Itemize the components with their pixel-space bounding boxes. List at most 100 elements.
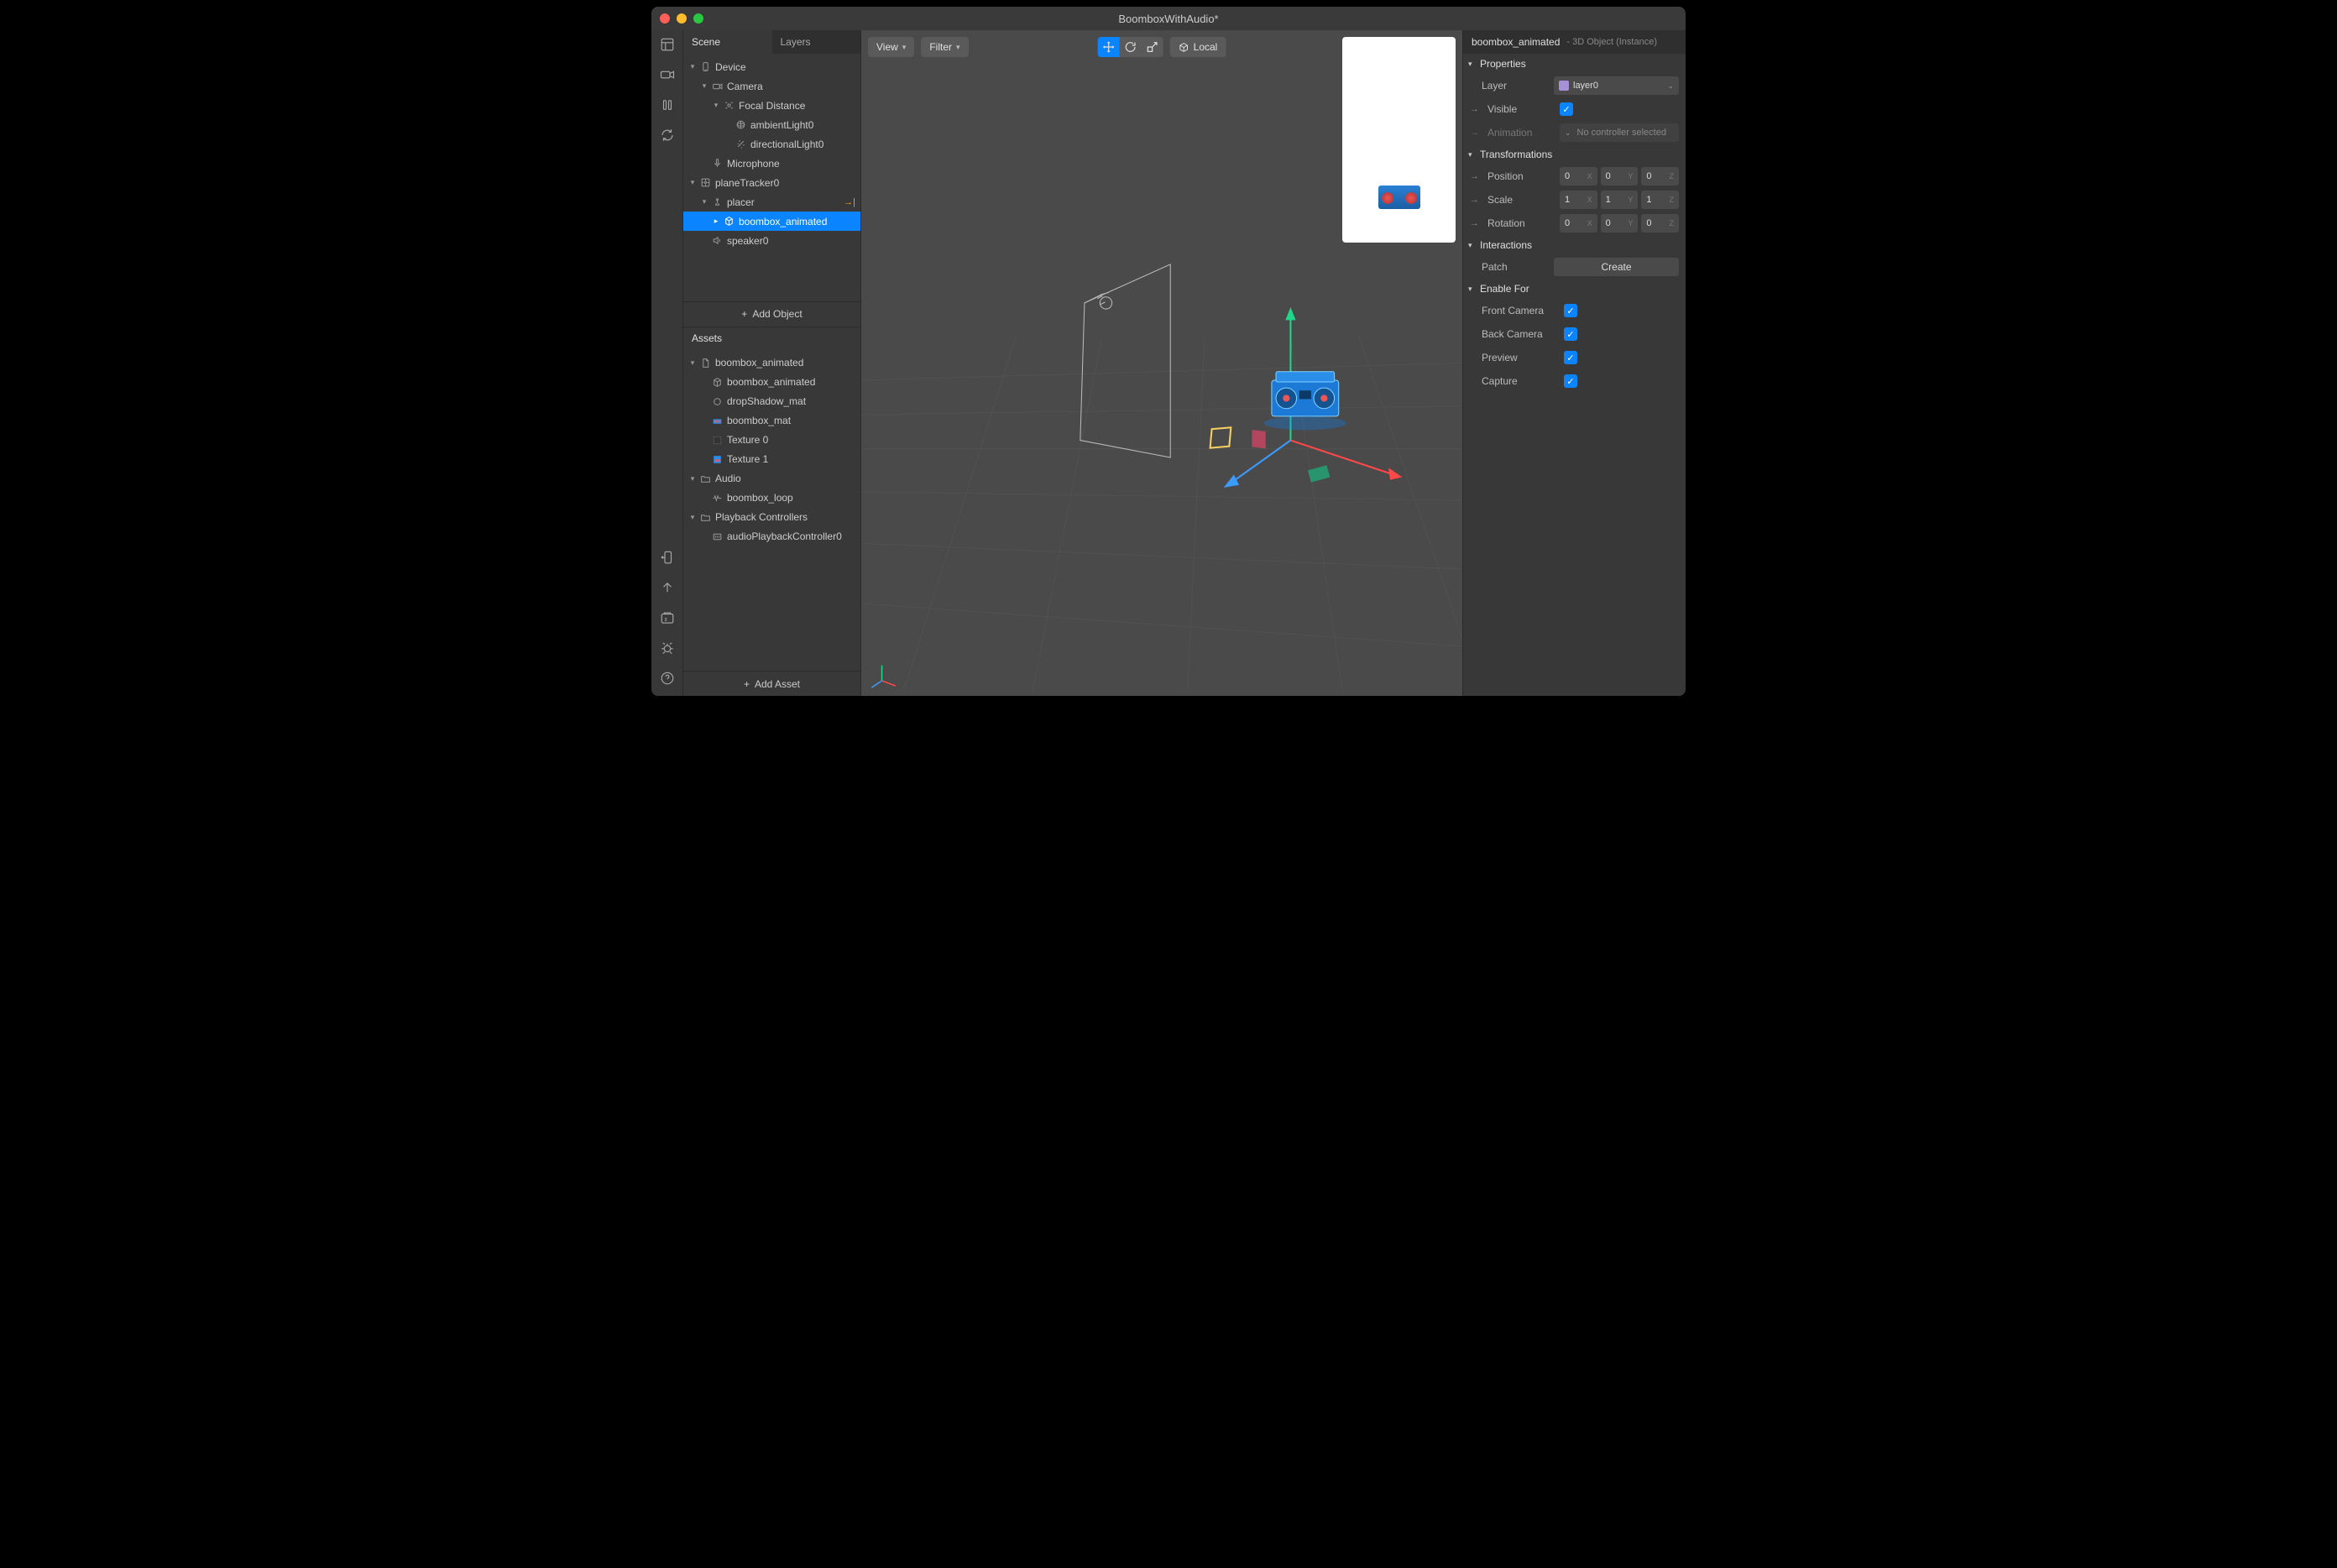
enable-checkbox[interactable]: ✓	[1564, 304, 1577, 317]
enable-row: Preview ✓	[1463, 346, 1686, 369]
tree-item-label: audioPlaybackController0	[727, 531, 855, 542]
link-icon[interactable]: →	[1470, 171, 1479, 181]
rotate-tool-icon[interactable]	[1120, 37, 1142, 57]
section-transformations[interactable]: ▾Transformations	[1463, 144, 1686, 165]
caret-icon[interactable]: ▾	[700, 81, 708, 91]
tree-item-label: speaker0	[727, 235, 855, 247]
tab-scene[interactable]: Scene	[683, 30, 772, 54]
enable-checkbox[interactable]: ✓	[1564, 327, 1577, 341]
tree-row[interactable]: ▸boombox_animated	[683, 212, 860, 231]
refresh-icon[interactable]	[660, 128, 675, 143]
tree-row[interactable]: dropShadow_mat	[683, 392, 860, 411]
tree-row[interactable]: speaker0	[683, 231, 860, 250]
tree-row[interactable]: ▾planeTracker0	[683, 173, 860, 192]
tex2-icon	[710, 452, 724, 466]
tab-layers[interactable]: Layers	[772, 30, 861, 54]
tree-row[interactable]: boombox_mat	[683, 411, 860, 431]
caret-icon[interactable]: ▾	[700, 197, 708, 206]
tree-row[interactable]: ▾Camera	[683, 76, 860, 96]
tree-item-label: Texture 1	[727, 453, 855, 465]
rotation-z-input[interactable]: 0Z	[1641, 214, 1679, 233]
layer-color-swatch	[1559, 81, 1569, 91]
link-icon[interactable]: →	[1470, 218, 1479, 228]
upload-icon[interactable]	[660, 580, 675, 595]
add-object-button[interactable]: + Add Object	[683, 301, 860, 327]
link-icon[interactable]: →	[1470, 195, 1479, 205]
globe-icon	[734, 118, 747, 132]
caret-icon[interactable]: ▸	[712, 217, 720, 226]
caret-icon[interactable]: ▾	[688, 62, 697, 71]
patch-link-icon: →|	[844, 197, 855, 207]
add-asset-button[interactable]: + Add Asset	[683, 671, 860, 696]
tree-item-label: Focal Distance	[739, 100, 855, 112]
create-patch-button[interactable]: Create	[1554, 258, 1679, 276]
rotation-x-input[interactable]: 0X	[1560, 214, 1597, 233]
coordinate-space-button[interactable]: Local	[1170, 37, 1226, 57]
section-interactions[interactable]: ▾Interactions	[1463, 235, 1686, 255]
position-x-input[interactable]: 0X	[1560, 167, 1597, 186]
layout-icon[interactable]	[660, 37, 675, 52]
prop-animation: → Animation ⌄ No controller selected	[1463, 121, 1686, 144]
viewport[interactable]: View▾ Filter▾ Local	[861, 30, 1462, 696]
bug-icon[interactable]	[660, 640, 675, 656]
chevron-down-icon: ▾	[902, 43, 907, 52]
link-icon[interactable]: →	[1470, 104, 1479, 114]
tree-row[interactable]: directionalLight0	[683, 134, 860, 154]
minimize-icon[interactable]	[677, 13, 687, 24]
tree-row[interactable]: ▾Device	[683, 57, 860, 76]
pause-icon[interactable]	[660, 97, 675, 112]
file-icon	[698, 356, 712, 369]
camera-icon	[710, 80, 724, 93]
layer-select[interactable]: layer0 ⌄	[1554, 76, 1679, 95]
enable-label: Preview	[1482, 352, 1557, 363]
tree-row[interactable]: ▾placer→|	[683, 192, 860, 212]
caret-icon[interactable]: ▾	[712, 101, 720, 110]
filter-dropdown[interactable]: Filter▾	[921, 37, 968, 57]
caret-icon[interactable]: ▾	[688, 178, 697, 187]
tree-row[interactable]: Texture 1	[683, 450, 860, 469]
link-icon[interactable]: →	[1470, 128, 1479, 138]
move-tool-icon[interactable]	[1098, 37, 1120, 57]
tree-item-label: dropShadow_mat	[727, 395, 855, 407]
scale-y-input[interactable]: 1Y	[1601, 191, 1639, 209]
tree-row[interactable]: Texture 0	[683, 431, 860, 450]
caret-icon[interactable]: ▾	[688, 513, 697, 522]
tree-row[interactable]: audioPlaybackController0	[683, 527, 860, 546]
caret-icon[interactable]: ▾	[688, 358, 697, 368]
rotation-y-input[interactable]: 0Y	[1601, 214, 1639, 233]
send-to-device-icon[interactable]	[660, 550, 675, 565]
close-icon[interactable]	[660, 13, 670, 24]
caret-icon[interactable]: ▾	[688, 474, 697, 483]
device-preview[interactable]	[1342, 37, 1456, 243]
tree-row[interactable]: Microphone	[683, 154, 860, 173]
tree-row[interactable]: boombox_loop	[683, 489, 860, 508]
add-asset-label: Add Asset	[755, 678, 800, 690]
section-properties[interactable]: ▾Properties	[1463, 54, 1686, 74]
tree-row[interactable]: ▾boombox_animated	[683, 353, 860, 373]
library-icon[interactable]	[660, 610, 675, 625]
animation-select[interactable]: ⌄ No controller selected	[1560, 123, 1679, 142]
section-enable-for[interactable]: ▾Enable For	[1463, 279, 1686, 299]
tree-item-label: Playback Controllers	[715, 511, 855, 523]
add-object-label: Add Object	[752, 308, 802, 320]
scale-tool-icon[interactable]	[1142, 37, 1163, 57]
left-panel: Scene Layers ▾Device▾Camera▾Focal Distan…	[683, 30, 861, 696]
position-z-input[interactable]: 0Z	[1641, 167, 1679, 186]
scale-z-input[interactable]: 1Z	[1641, 191, 1679, 209]
tree-row[interactable]: ▾ Playback Controllers	[683, 508, 860, 527]
visible-checkbox[interactable]: ✓	[1560, 102, 1573, 116]
maximize-icon[interactable]	[693, 13, 703, 24]
device-icon	[698, 60, 712, 74]
video-icon[interactable]	[660, 67, 675, 82]
view-dropdown[interactable]: View▾	[868, 37, 914, 57]
enable-checkbox[interactable]: ✓	[1564, 374, 1577, 388]
inspector-title: boombox_animated - 3D Object (Instance)	[1463, 30, 1686, 54]
position-y-input[interactable]: 0Y	[1601, 167, 1639, 186]
scale-x-input[interactable]: 1X	[1560, 191, 1597, 209]
enable-checkbox[interactable]: ✓	[1564, 351, 1577, 364]
tree-row[interactable]: boombox_animated	[683, 373, 860, 392]
tree-row[interactable]: ▾ Focal Distance	[683, 96, 860, 115]
tree-row[interactable]: ▾Audio	[683, 469, 860, 489]
help-icon[interactable]	[660, 671, 675, 686]
tree-row[interactable]: ambientLight0	[683, 115, 860, 134]
